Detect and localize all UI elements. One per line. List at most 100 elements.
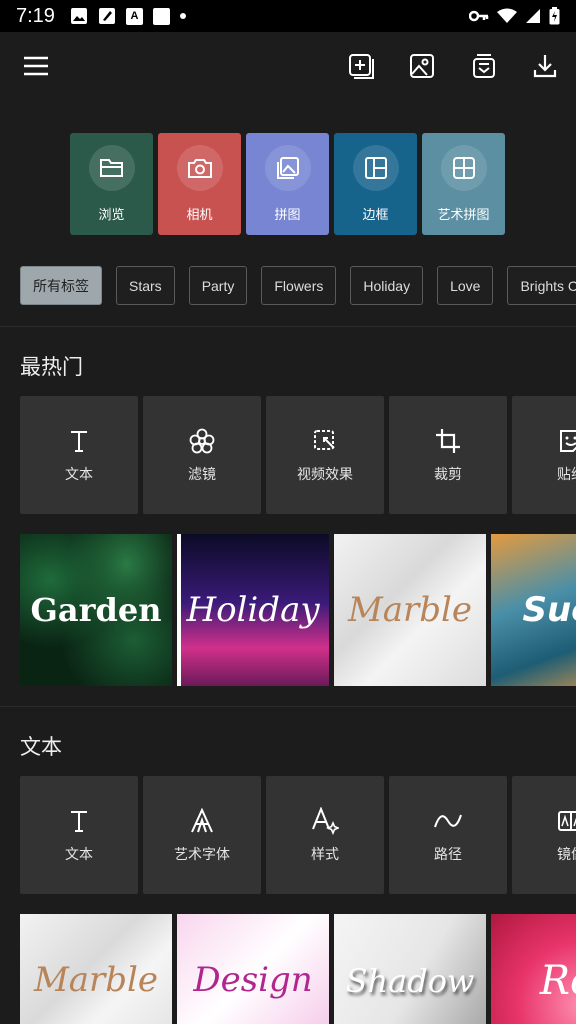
tool-style[interactable]: 样式 [266, 776, 384, 894]
sticker-icon [560, 430, 576, 452]
tag-love[interactable]: Love [437, 266, 494, 305]
category-browse[interactable]: 浏览 [70, 133, 153, 235]
tool-label: 艺术字体 [174, 846, 230, 862]
battery-icon [549, 7, 560, 25]
tool-label: 文本 [65, 846, 93, 862]
wifi-icon [497, 8, 517, 23]
text-icon [71, 811, 87, 832]
top-toolbar [0, 32, 576, 102]
tool-label: 文本 [65, 466, 93, 482]
more-notifications-icon [180, 13, 186, 19]
note-notification-icon [99, 8, 115, 24]
template-icon [473, 54, 495, 78]
art-font-icon [191, 808, 213, 833]
template-title: Holiday [186, 590, 320, 630]
template-title: Marble [33, 960, 159, 1000]
filter-icon [189, 428, 215, 454]
tool-art-font[interactable]: 艺术字体 [143, 776, 261, 894]
category-border[interactable]: 边框 [334, 133, 417, 235]
video-effect-icon [314, 430, 335, 450]
tool-label: 样式 [311, 846, 339, 862]
collage-icon [276, 157, 299, 179]
category-label: 相机 [186, 207, 213, 222]
tool-crop[interactable]: 裁剪 [389, 396, 507, 514]
template-title: Marble [347, 590, 473, 630]
path-icon [434, 814, 462, 828]
section-title-popular: 最热门 [20, 356, 83, 379]
template-shadow[interactable]: Shadow [334, 914, 486, 1024]
template-marble[interactable]: Marble [334, 534, 486, 686]
tag-holiday[interactable]: Holiday [350, 266, 424, 305]
category-camera[interactable]: 相机 [158, 133, 241, 235]
gallery-notification-icon [71, 8, 87, 24]
category-label: 艺术拼图 [437, 207, 490, 222]
status-time: 7:19 [16, 4, 55, 27]
tag-chips: 所有标签 Stars Party Flowers Holiday Love Br… [20, 266, 576, 305]
template-title: Ro [539, 958, 576, 1004]
template-title: Shadow [345, 962, 475, 1000]
template-design[interactable]: Design [177, 914, 329, 1024]
tool-label: 裁剪 [434, 466, 462, 482]
category-art-collage[interactable]: 艺术拼图 [422, 133, 505, 235]
tool-text[interactable]: 文本 [20, 396, 138, 514]
tool-label: 贴纸 [557, 466, 576, 482]
tag-stars[interactable]: Stars [116, 266, 175, 305]
tag-all[interactable]: 所有标签 [20, 266, 102, 305]
tag-brights[interactable]: Brights Co [507, 266, 576, 305]
menu-icon [24, 56, 48, 76]
category-label: 浏览 [98, 207, 125, 222]
tool-label: 路径 [434, 846, 462, 862]
tool-path[interactable]: 路径 [389, 776, 507, 894]
category-collage[interactable]: 拼图 [246, 133, 329, 235]
section-title-text: 文本 [20, 736, 62, 759]
popular-templates: Garden Holiday Marble Succ [20, 534, 576, 686]
crop-icon [436, 429, 460, 453]
vpn-key-icon [469, 10, 489, 22]
tag-flowers[interactable]: Flowers [261, 266, 337, 305]
tool-sticker[interactable]: 贴纸 [512, 396, 576, 514]
add-page-button[interactable] [345, 50, 377, 82]
blank-notification-icon [153, 7, 170, 25]
image-button[interactable] [406, 50, 438, 82]
tool-video-effect[interactable]: 视频效果 [266, 396, 384, 514]
template-rose[interactable]: Ro [491, 914, 576, 1024]
folder-icon [99, 159, 123, 177]
art-collage-icon [452, 157, 475, 179]
add-page-icon [349, 54, 374, 79]
text-icon [71, 431, 87, 452]
menu-button[interactable] [20, 50, 52, 82]
download-icon [533, 55, 557, 78]
template-title: Design [193, 960, 313, 1000]
tool-filter[interactable]: 滤镜 [143, 396, 261, 514]
category-tiles: 浏览 相机 拼图 边框 艺术拼图 [70, 133, 505, 235]
tool-label: 镜像 [557, 846, 576, 862]
popular-tools: 文本 滤镜 视频效果 裁剪 贴纸 [20, 396, 576, 514]
border-icon [364, 157, 387, 179]
tool-mirror[interactable]: 镜像 [512, 776, 576, 894]
camera-icon [187, 159, 212, 178]
font-notification-icon: A [126, 7, 143, 25]
download-button[interactable] [529, 50, 561, 82]
template-title: Garden [30, 591, 162, 629]
tool-label: 滤镜 [188, 466, 216, 482]
template-marble-2[interactable]: Marble [20, 914, 172, 1024]
template-button[interactable] [468, 50, 500, 82]
text-templates: Marble Design Shadow Ro [20, 914, 576, 1024]
tool-text[interactable]: 文本 [20, 776, 138, 894]
divider [0, 706, 576, 707]
text-tools: 文本 艺术字体 样式 路径 镜像 [20, 776, 576, 894]
signal-icon [526, 9, 540, 23]
tool-label: 视频效果 [297, 466, 353, 482]
template-garden[interactable]: Garden [20, 534, 172, 686]
template-title: Succ [522, 590, 576, 630]
tag-party[interactable]: Party [188, 266, 248, 305]
divider [0, 326, 576, 327]
template-holiday[interactable]: Holiday [177, 534, 329, 686]
mirror-icon [558, 811, 576, 831]
template-success[interactable]: Succ [491, 534, 576, 686]
category-label: 拼图 [274, 207, 301, 222]
style-icon [312, 807, 339, 835]
category-label: 边框 [362, 207, 389, 222]
status-bar: 7:19 A [0, 0, 576, 32]
image-icon [410, 54, 434, 78]
